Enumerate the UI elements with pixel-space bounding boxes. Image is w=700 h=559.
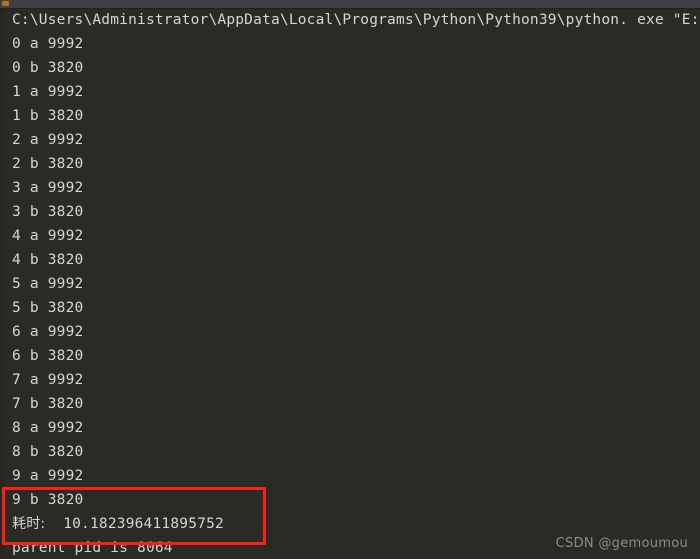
console-output-line: 0 b 3820 — [12, 60, 84, 76]
console-output-line: 8 a 9992 — [12, 420, 84, 436]
console-output-line: 2 a 9992 — [12, 132, 84, 148]
console-window: C:\Users\Administrator\AppData\Local\Pro… — [0, 0, 700, 559]
console-output-line: 4 a 9992 — [12, 228, 84, 244]
console-output-line: 2 b 3820 — [12, 156, 84, 172]
console-output-line: 1 a 9992 — [12, 84, 84, 100]
console-output-area[interactable]: C:\Users\Administrator\AppData\Local\Pro… — [0, 9, 700, 559]
console-output-line: 7 a 9992 — [12, 372, 84, 388]
elapsed-value: 10.182396411895752 — [45, 516, 224, 532]
console-output-line: 3 a 9992 — [12, 180, 84, 196]
elapsed-label: 耗时: — [12, 516, 46, 532]
csdn-watermark: CSDN @gemoumou — [555, 536, 688, 551]
console-output-line: 6 a 9992 — [12, 324, 84, 340]
ide-toolbar-strip — [0, 0, 700, 8]
console-output-line: 1 b 3820 — [12, 108, 84, 124]
toolbar-marker-icon — [2, 1, 9, 6]
console-output-line: 0 a 9992 — [12, 36, 84, 52]
console-output-line: 3 b 3820 — [12, 204, 84, 220]
console-command-line: C:\Users\Administrator\AppData\Local\Pro… — [12, 12, 700, 28]
console-output-line: 5 b 3820 — [12, 300, 84, 316]
console-output-line: 4 b 3820 — [12, 252, 84, 268]
console-output-line: 9 b 3820 — [12, 492, 84, 508]
console-elapsed-line: 耗时: 10.182396411895752 — [0, 512, 700, 536]
console-output-line: 5 a 9992 — [12, 276, 84, 292]
console-output-line: 6 b 3820 — [12, 348, 84, 364]
console-output-line: 8 b 3820 — [12, 444, 84, 460]
console-output-line: 7 b 3820 — [12, 396, 84, 412]
console-output-line: 9 a 9992 — [12, 468, 84, 484]
